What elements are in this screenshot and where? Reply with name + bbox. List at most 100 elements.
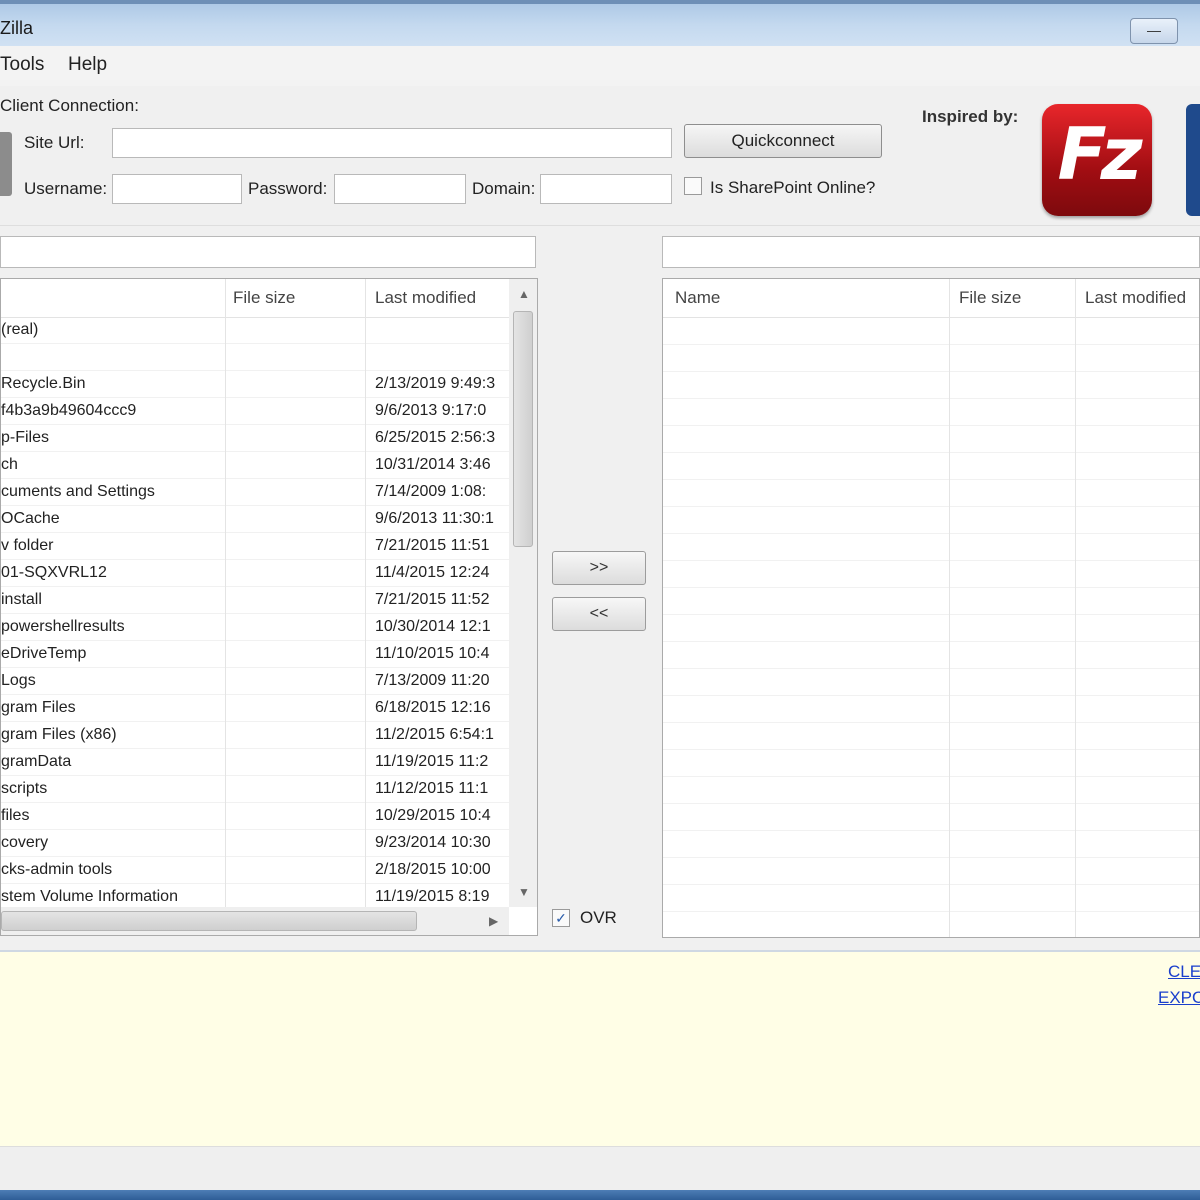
cell-modified: 7/13/2009 11:20 [375, 672, 490, 689]
cell-name: install [1, 591, 42, 608]
window-title: Zilla [0, 18, 34, 38]
table-row[interactable]: f4b3a9b49604ccc9 9/6/2013 9:17:0 [1, 398, 509, 425]
cell-name: cuments and Settings [1, 483, 155, 500]
sharepoint-online-checkbox[interactable] [684, 177, 702, 195]
cell-name: gram Files [1, 699, 76, 716]
column-divider [365, 317, 366, 907]
remote-list-header: Name File size Last modified [663, 279, 1199, 318]
upload-button[interactable]: >> [552, 551, 646, 585]
export-log-link[interactable]: EXPO [1158, 988, 1200, 1008]
domain-input[interactable] [540, 174, 672, 204]
remote-path-input[interactable] [662, 236, 1200, 268]
username-label: Username: [24, 179, 108, 198]
local-vertical-scroll-thumb[interactable] [513, 311, 533, 547]
column-divider [949, 317, 950, 937]
menu-help[interactable]: Help [68, 54, 107, 76]
cell-modified: 11/4/2015 12:24 [375, 564, 490, 581]
remote-col-size[interactable]: File size [959, 288, 1021, 308]
cell-name: files [1, 807, 30, 824]
cell-modified: 9/6/2013 9:17:0 [375, 402, 487, 419]
column-divider [1075, 317, 1076, 937]
cell-modified: 11/19/2015 11:2 [375, 753, 489, 770]
filezilla-logo-icon: Fz [1042, 104, 1152, 216]
table-row[interactable]: cks-admin tools 2/18/2015 10:00 [1, 857, 509, 884]
grid-line [663, 776, 1199, 777]
cell-name: v folder [1, 537, 54, 554]
grid-line [663, 695, 1199, 696]
overwrite-checkbox[interactable]: ✓ [552, 909, 570, 927]
table-row[interactable] [1, 344, 509, 371]
cell-modified: 7/21/2015 11:51 [375, 537, 490, 554]
table-row[interactable]: v folder 7/21/2015 11:51 [1, 533, 509, 560]
cell-name: gram Files (x86) [1, 726, 117, 743]
cell-name: scripts [1, 780, 48, 797]
local-path-input[interactable] [0, 236, 536, 268]
grid-line [663, 722, 1199, 723]
table-row[interactable]: p-Files 6/25/2015 2:56:3 [1, 425, 509, 452]
local-file-list[interactable]: File size Last modified (real) Recycle.Bi… [0, 278, 538, 936]
table-row[interactable]: files 10/29/2015 10:4 [1, 803, 509, 830]
minimize-button[interactable]: — [1130, 18, 1178, 44]
grid-line [663, 857, 1199, 858]
cell-modified: 7/21/2015 11:52 [375, 591, 490, 608]
table-row[interactable]: Logs 7/13/2009 11:20 [1, 668, 509, 695]
taskbar-edge [0, 1190, 1200, 1200]
grid-line [663, 587, 1199, 588]
table-row[interactable]: gram Files (x86) 11/2/2015 6:54:1 [1, 722, 509, 749]
title-bar: Zilla — [0, 0, 1200, 46]
remote-file-list[interactable]: Name File size Last modified [662, 278, 1200, 938]
table-row[interactable]: 01-SQXVRL12 11/4/2015 12:24 [1, 560, 509, 587]
column-divider[interactable] [949, 279, 950, 317]
table-row[interactable]: gram Files 6/18/2015 12:16 [1, 695, 509, 722]
remote-col-name[interactable]: Name [675, 288, 720, 308]
local-col-modified[interactable]: Last modified [375, 288, 476, 308]
table-row[interactable]: cuments and Settings 7/14/2009 1:08: [1, 479, 509, 506]
grid-line [663, 560, 1199, 561]
scroll-up-icon[interactable]: ▲ [518, 287, 530, 301]
cell-modified: 10/31/2014 3:46 [375, 456, 491, 473]
clear-log-link[interactable]: CLE [1168, 962, 1200, 982]
column-divider[interactable] [1075, 279, 1076, 317]
grid-line [663, 884, 1199, 885]
download-button[interactable]: << [552, 597, 646, 631]
scroll-right-icon[interactable]: ▶ [489, 914, 498, 928]
table-row[interactable]: Recycle.Bin 2/13/2019 9:49:3 [1, 371, 509, 398]
table-row[interactable]: OCache 9/6/2013 11:30:1 [1, 506, 509, 533]
cell-modified: 6/18/2015 12:16 [375, 699, 491, 716]
cell-modified: 9/23/2014 10:30 [375, 834, 491, 851]
cell-modified: 10/29/2015 10:4 [375, 807, 491, 824]
column-divider [225, 317, 226, 907]
menu-tools[interactable]: Tools [0, 54, 44, 76]
table-row[interactable]: eDriveTemp 11/10/2015 10:4 [1, 641, 509, 668]
local-horizontal-scroll-thumb[interactable] [1, 911, 417, 931]
quickconnect-button[interactable]: Quickconnect [684, 124, 882, 158]
column-divider[interactable] [225, 279, 226, 317]
log-panel[interactable]: CLE EXPO [0, 950, 1200, 1146]
table-row[interactable]: install 7/21/2015 11:52 [1, 587, 509, 614]
connection-icon [0, 132, 12, 196]
grid-line [663, 911, 1199, 912]
local-rows: (real) Recycle.Bin 2/13/2019 9:49:3 f4b3a9b… [1, 317, 509, 911]
table-row[interactable]: (real) [1, 317, 509, 344]
scroll-down-icon[interactable]: ▼ [518, 885, 530, 899]
table-row[interactable]: gramData 11/19/2015 11:2 [1, 749, 509, 776]
table-row[interactable]: powershellresults 10/30/2014 12:1 [1, 614, 509, 641]
logo-text: Fz [1057, 112, 1142, 196]
cell-name: 01-SQXVRL12 [1, 564, 107, 581]
table-row[interactable]: scripts 11/12/2015 11:1 [1, 776, 509, 803]
domain-label: Domain: [472, 179, 536, 198]
cell-name: stem Volume Information [1, 888, 178, 905]
grid-line [663, 425, 1199, 426]
table-row[interactable]: covery 9/23/2014 10:30 [1, 830, 509, 857]
column-divider[interactable] [365, 279, 366, 317]
site-url-input[interactable] [112, 128, 672, 158]
local-col-size[interactable]: File size [233, 288, 295, 308]
remote-col-modified[interactable]: Last modified [1085, 288, 1186, 308]
password-input[interactable] [334, 174, 466, 204]
status-bar [0, 1146, 1200, 1191]
cell-modified: 2/13/2019 9:49:3 [375, 375, 496, 392]
table-row[interactable]: ch 10/31/2014 3:46 [1, 452, 509, 479]
username-input[interactable] [112, 174, 242, 204]
cell-name: (real) [1, 321, 39, 338]
remote-rows [663, 317, 1199, 937]
